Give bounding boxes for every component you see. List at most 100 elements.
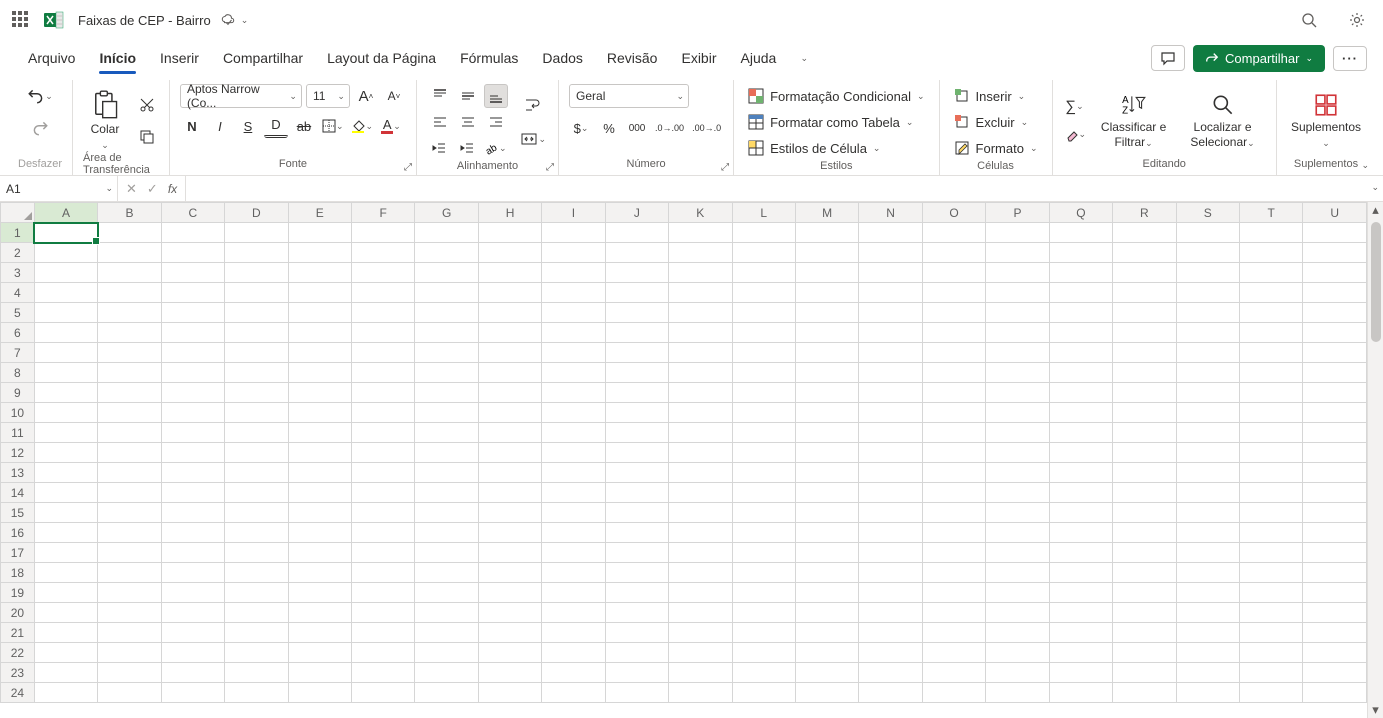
cell[interactable] (1113, 683, 1176, 703)
cell[interactable] (1303, 343, 1367, 363)
cell[interactable] (98, 423, 161, 443)
cell[interactable] (98, 403, 161, 423)
cell[interactable] (161, 443, 224, 463)
enter-formula-icon[interactable]: ✓ (147, 181, 158, 197)
column-header[interactable]: H (478, 203, 541, 223)
cell[interactable] (478, 283, 541, 303)
cell[interactable] (669, 363, 732, 383)
cell[interactable] (986, 283, 1049, 303)
cell[interactable] (1303, 443, 1367, 463)
cell[interactable] (1303, 463, 1367, 483)
cell[interactable] (415, 303, 478, 323)
cell[interactable] (1240, 243, 1303, 263)
cell[interactable] (415, 403, 478, 423)
column-header[interactable]: Q (1049, 203, 1112, 223)
cell[interactable] (478, 663, 541, 683)
cell[interactable] (98, 243, 161, 263)
name-box-dropdown-icon[interactable]: ⌄ (105, 183, 113, 194)
cell[interactable] (1049, 223, 1112, 243)
title-dropdown-icon[interactable]: ⌄ (241, 15, 249, 26)
cell[interactable] (288, 483, 351, 503)
cell[interactable] (795, 463, 858, 483)
app-launcher-icon[interactable] (12, 11, 30, 29)
cell[interactable] (732, 443, 795, 463)
cell[interactable] (1240, 383, 1303, 403)
double-underline-button[interactable]: D (264, 114, 288, 138)
cell[interactable] (669, 523, 732, 543)
cell[interactable] (732, 343, 795, 363)
cell[interactable] (225, 403, 288, 423)
cell[interactable] (859, 563, 922, 583)
cell[interactable] (605, 583, 668, 603)
autosum-button[interactable]: ∑⌄ (1063, 95, 1087, 119)
cell[interactable] (415, 343, 478, 363)
cell[interactable] (34, 463, 97, 483)
column-header[interactable]: P (986, 203, 1049, 223)
undo-button[interactable]: ⌄ (25, 84, 55, 108)
cell[interactable] (605, 683, 668, 703)
cell[interactable] (34, 683, 97, 703)
cell[interactable] (478, 443, 541, 463)
column-header[interactable]: L (732, 203, 795, 223)
column-header[interactable]: B (98, 203, 161, 223)
cell[interactable] (986, 663, 1049, 683)
cell[interactable] (225, 623, 288, 643)
cell[interactable] (795, 643, 858, 663)
cell[interactable] (1240, 583, 1303, 603)
cell[interactable] (1113, 403, 1176, 423)
cell[interactable] (288, 543, 351, 563)
cell[interactable] (1240, 543, 1303, 563)
cell[interactable] (415, 623, 478, 643)
cell[interactable] (225, 603, 288, 623)
cell[interactable] (922, 303, 985, 323)
italic-button[interactable]: I (208, 114, 232, 138)
scroll-up-icon[interactable]: ▴ (1368, 202, 1383, 218)
cell[interactable] (732, 603, 795, 623)
font-color-button[interactable]: A⌄ (379, 114, 403, 138)
cell[interactable] (1113, 623, 1176, 643)
vertical-scrollbar[interactable]: ▴ ▾ (1367, 202, 1383, 718)
cell[interactable] (1113, 263, 1176, 283)
cell[interactable] (478, 683, 541, 703)
cell[interactable] (669, 243, 732, 263)
cell[interactable] (795, 223, 858, 243)
cell[interactable] (225, 683, 288, 703)
cell[interactable] (288, 463, 351, 483)
align-top-button[interactable] (428, 84, 452, 108)
cell[interactable] (986, 603, 1049, 623)
cell[interactable] (1240, 643, 1303, 663)
cell[interactable] (1176, 443, 1239, 463)
cell[interactable] (732, 583, 795, 603)
cell[interactable] (922, 503, 985, 523)
cell[interactable] (225, 323, 288, 343)
cell[interactable] (1049, 563, 1112, 583)
row-header[interactable]: 20 (1, 603, 35, 623)
row-header[interactable]: 5 (1, 303, 35, 323)
cell[interactable] (415, 483, 478, 503)
cell[interactable] (415, 463, 478, 483)
cell[interactable] (1240, 223, 1303, 243)
column-header[interactable]: E (288, 203, 351, 223)
clear-button[interactable]: ⌄ (1063, 123, 1089, 147)
cell[interactable] (1303, 523, 1367, 543)
cell[interactable] (1240, 343, 1303, 363)
menu-tab-layout-da-página[interactable]: Layout da Página (315, 42, 448, 74)
cell[interactable] (225, 363, 288, 383)
cell[interactable] (478, 383, 541, 403)
cell[interactable] (161, 423, 224, 443)
cell[interactable] (288, 303, 351, 323)
cell[interactable] (795, 483, 858, 503)
cell[interactable] (859, 363, 922, 383)
cell[interactable] (669, 503, 732, 523)
cell[interactable] (1049, 383, 1112, 403)
cell[interactable] (732, 563, 795, 583)
cell[interactable] (34, 223, 97, 243)
cell[interactable] (1176, 423, 1239, 443)
decrease-indent-button[interactable] (427, 136, 451, 160)
cell[interactable] (1303, 323, 1367, 343)
cell[interactable] (732, 663, 795, 683)
cell[interactable] (605, 643, 668, 663)
cell[interactable] (795, 263, 858, 283)
cell[interactable] (478, 303, 541, 323)
cell[interactable] (1113, 603, 1176, 623)
